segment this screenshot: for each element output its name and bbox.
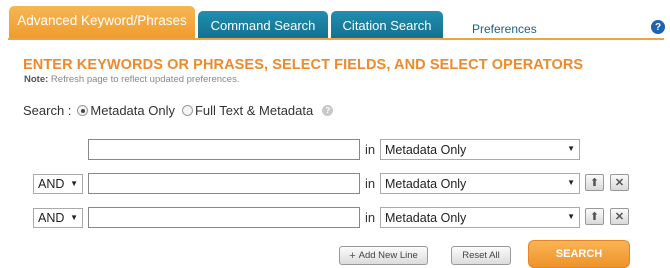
- add-line-icon: +: [349, 249, 356, 262]
- in-label: in: [365, 176, 376, 191]
- full-text-label: Full Text & Metadata: [194, 103, 314, 118]
- caret-down-icon: ▼: [567, 178, 575, 187]
- scope-help-icon[interactable]: ?: [322, 105, 334, 116]
- scope-option-metadata[interactable]: Metadata Only: [77, 103, 175, 118]
- caret-down-icon: ▼: [567, 212, 575, 221]
- note-label: Note:: [24, 74, 49, 85]
- page-title: ENTER KEYWORDS OR PHRASES, SELECT FIELDS…: [23, 57, 584, 73]
- operator-select-2[interactable]: AND ▼: [33, 174, 83, 194]
- note-text: Refresh page to reflect updated preferen…: [48, 74, 240, 85]
- reset-all-button[interactable]: Reset All: [451, 246, 511, 265]
- scope-option-fulltext[interactable]: Full Text & Metadata: [181, 103, 314, 118]
- help-icon[interactable]: ?: [651, 20, 665, 34]
- metadata-only-radio[interactable]: [77, 105, 89, 116]
- keyword-input-1[interactable]: [88, 139, 360, 160]
- in-label: in: [365, 142, 376, 157]
- operator-value: AND: [38, 211, 65, 225]
- keyword-input-2[interactable]: [88, 173, 360, 194]
- arrow-up-icon: ⬆: [589, 211, 600, 223]
- close-icon: ✕: [614, 177, 625, 189]
- preferences-note: Note: Refresh page to reflect updated pr…: [24, 74, 239, 85]
- field-select-2[interactable]: Metadata Only ▼: [380, 173, 580, 194]
- remove-row-button-3[interactable]: ✕: [610, 208, 629, 225]
- field-select-3[interactable]: Metadata Only ▼: [380, 207, 580, 228]
- operator-value: AND: [38, 177, 65, 191]
- field-select-1[interactable]: Metadata Only ▼: [380, 139, 580, 160]
- arrow-up-icon: ⬆: [589, 177, 600, 189]
- search-button[interactable]: SEARCH: [528, 240, 630, 268]
- tab-bar: Advanced Keyword/Phrases Command Search …: [0, 0, 670, 40]
- in-label: in: [365, 210, 376, 225]
- field-select-value: Metadata Only: [385, 176, 467, 191]
- search-scope: Search : Metadata Only Full Text & Metad…: [23, 103, 334, 118]
- preferences-link[interactable]: Preferences: [472, 22, 537, 36]
- tab-command-search[interactable]: Command Search: [198, 11, 328, 39]
- tab-citation-search[interactable]: Citation Search: [331, 11, 443, 39]
- move-up-button-2[interactable]: ⬆: [585, 174, 604, 191]
- full-text-radio[interactable]: [181, 105, 193, 116]
- search-row-2: AND ▼ in Metadata Only ▼ ⬆ ✕: [0, 173, 670, 195]
- metadata-only-label: Metadata Only: [90, 103, 175, 118]
- search-row-1: in Metadata Only ▼: [0, 139, 670, 161]
- caret-down-icon: ▼: [70, 213, 78, 222]
- search-row-3: AND ▼ in Metadata Only ▼ ⬆ ✕: [0, 207, 670, 229]
- caret-down-icon: ▼: [567, 144, 575, 153]
- move-up-button-3[interactable]: ⬆: [585, 208, 604, 225]
- add-new-line-label: Add New Line: [358, 250, 418, 261]
- remove-row-button-2[interactable]: ✕: [610, 174, 629, 191]
- tab-divider: [8, 38, 664, 40]
- caret-down-icon: ▼: [70, 179, 78, 188]
- close-icon: ✕: [614, 211, 625, 223]
- operator-select-3[interactable]: AND ▼: [33, 208, 83, 228]
- field-select-value: Metadata Only: [385, 210, 467, 225]
- field-select-value: Metadata Only: [385, 142, 467, 157]
- keyword-input-3[interactable]: [88, 207, 360, 228]
- search-scope-label: Search :: [23, 103, 72, 118]
- add-new-line-button[interactable]: + Add New Line: [339, 246, 428, 265]
- tab-advanced-keyword[interactable]: Advanced Keyword/Phrases: [9, 6, 195, 40]
